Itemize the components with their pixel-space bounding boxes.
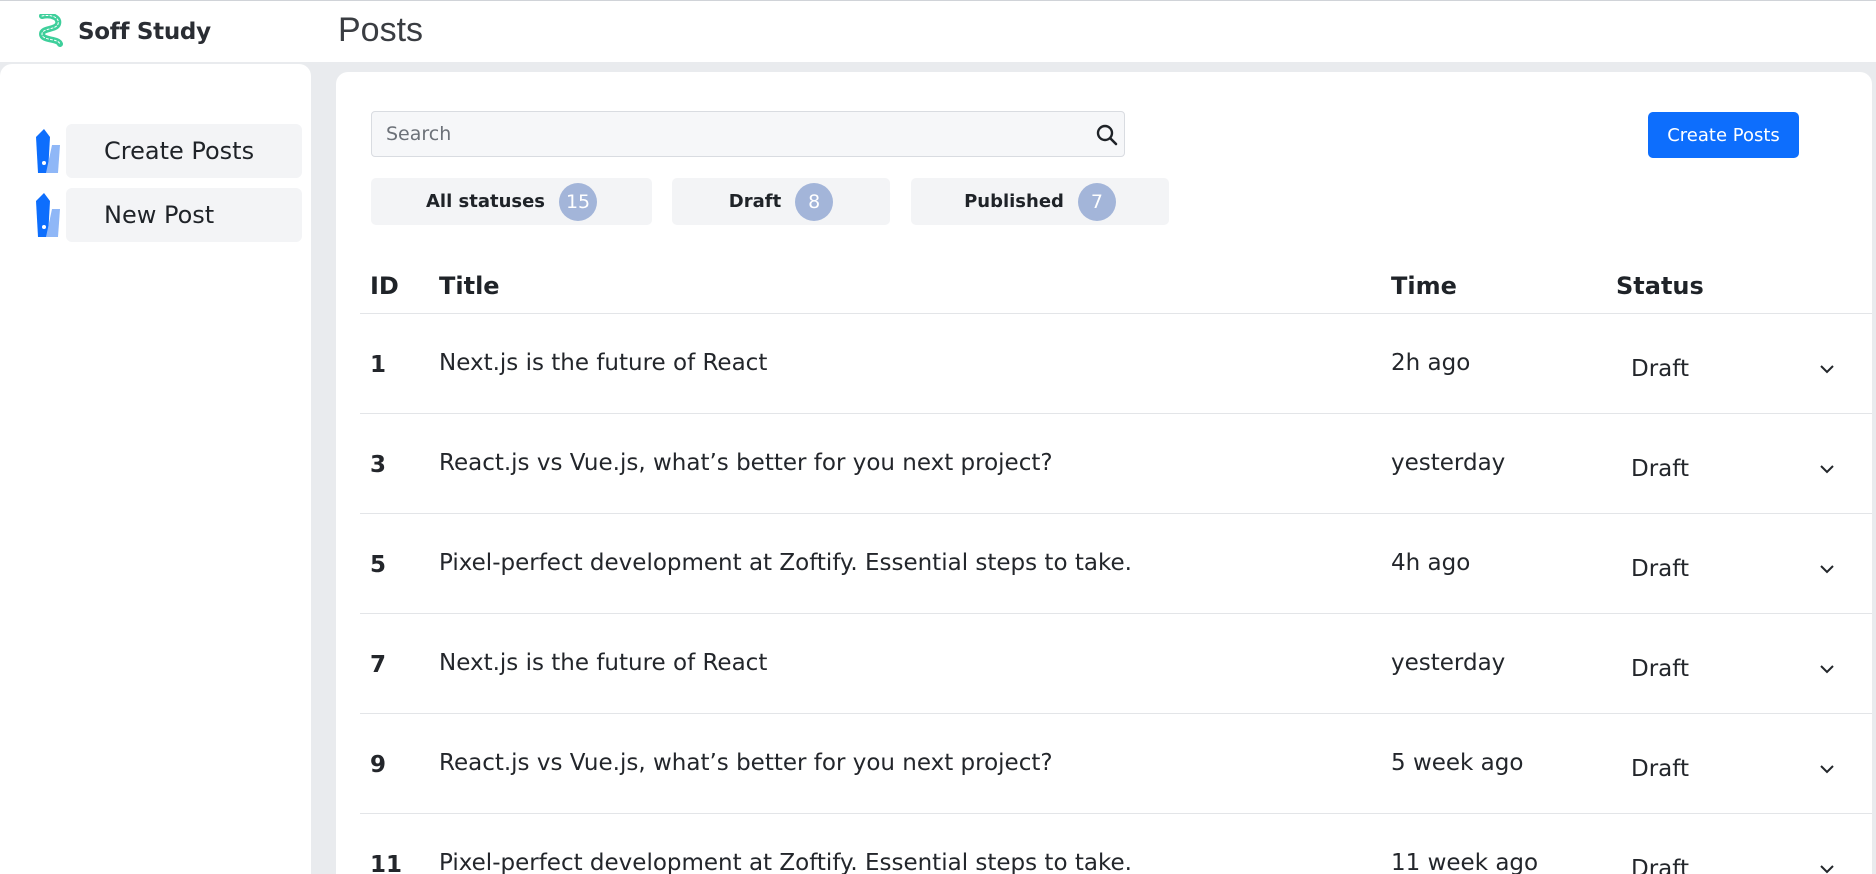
filter-count-badge: 15	[559, 182, 598, 221]
status-select[interactable]: Draft	[1631, 356, 1689, 382]
filter-label: Published	[964, 191, 1064, 212]
filter-draft[interactable]: Draft 8	[672, 178, 890, 225]
sidebar: Create Posts New Post	[0, 64, 311, 874]
status-select[interactable]: Draft	[1631, 556, 1689, 582]
brand-name: Soff Study	[78, 19, 211, 45]
chevron-down-icon[interactable]	[1819, 864, 1835, 874]
table-row[interactable]: 5 Pixel-perfect development at Zoftify. …	[360, 514, 1872, 614]
column-header-title[interactable]: Title	[439, 272, 500, 300]
row-time: 4h ago	[1391, 550, 1471, 576]
row-title[interactable]: Next.js is the future of React	[439, 350, 767, 376]
table-row[interactable]: 9 React.js vs Vue.js, what’s better for …	[360, 714, 1872, 814]
filter-all-statuses[interactable]: All statuses 15	[371, 178, 652, 225]
sidebar-item-label: New Post	[104, 201, 215, 229]
row-title[interactable]: React.js vs Vue.js, what’s better for yo…	[439, 750, 1053, 776]
row-title[interactable]: Pixel-perfect development at Zoftify. Es…	[439, 550, 1132, 576]
status-select[interactable]: Draft	[1631, 656, 1689, 682]
row-title[interactable]: React.js vs Vue.js, what’s better for yo…	[439, 450, 1053, 476]
row-time: 2h ago	[1391, 350, 1471, 376]
table-row[interactable]: 7 Next.js is the future of React yesterd…	[360, 614, 1872, 714]
page-title: Posts	[338, 11, 424, 49]
pen-icon	[36, 193, 60, 237]
row-id: 1	[370, 352, 387, 378]
status-select[interactable]: Draft	[1631, 856, 1689, 874]
table-row[interactable]: 1 Next.js is the future of React 2h ago …	[360, 314, 1872, 414]
table-row[interactable]: 3 React.js vs Vue.js, what’s better for …	[360, 414, 1872, 514]
filter-count-badge: 7	[1077, 182, 1116, 221]
search-input[interactable]	[386, 112, 1046, 156]
column-header-id[interactable]: ID	[370, 272, 399, 300]
row-id: 3	[370, 452, 387, 478]
sidebar-item-label: Create Posts	[104, 137, 255, 165]
row-title[interactable]: Next.js is the future of React	[439, 650, 767, 676]
row-id: 5	[370, 552, 387, 578]
table-row[interactable]: 11 Pixel-perfect development at Zoftify.…	[360, 814, 1872, 874]
row-time: yesterday	[1391, 450, 1506, 476]
main-panel: Create Posts All statuses 15 Draft 8 Pub…	[336, 72, 1872, 874]
brand[interactable]: Soff Study	[36, 14, 211, 50]
row-time: yesterday	[1391, 650, 1506, 676]
chevron-down-icon[interactable]	[1819, 664, 1835, 674]
search-icon[interactable]	[1096, 124, 1118, 146]
row-title[interactable]: Pixel-perfect development at Zoftify. Es…	[439, 850, 1132, 874]
row-id: 11	[370, 852, 403, 874]
top-header: Soff Study Posts	[0, 0, 1876, 62]
sidebar-item-new-post[interactable]: New Post	[34, 188, 302, 242]
row-time: 5 week ago	[1391, 750, 1524, 776]
column-header-status[interactable]: Status	[1616, 272, 1704, 300]
row-id: 9	[370, 752, 387, 778]
filter-published[interactable]: Published 7	[911, 178, 1169, 225]
filter-label: All statuses	[425, 191, 546, 212]
create-posts-button[interactable]: Create Posts	[1648, 112, 1799, 158]
row-id: 7	[370, 652, 387, 678]
search-box	[371, 111, 1125, 157]
chevron-down-icon[interactable]	[1819, 364, 1835, 374]
brand-logo-icon	[38, 14, 63, 47]
filter-label: Draft	[728, 191, 782, 212]
pen-icon	[36, 129, 60, 173]
column-header-time[interactable]: Time	[1391, 272, 1457, 300]
sidebar-item-create-posts[interactable]: Create Posts	[34, 124, 302, 178]
chevron-down-icon[interactable]	[1819, 464, 1835, 474]
chevron-down-icon[interactable]	[1819, 764, 1835, 774]
chevron-down-icon[interactable]	[1819, 564, 1835, 574]
filter-count-badge: 8	[795, 182, 834, 221]
table-header: ID Title Time Status	[360, 258, 1872, 314]
status-select[interactable]: Draft	[1631, 456, 1689, 482]
row-time: 11 week ago	[1391, 850, 1539, 874]
status-select[interactable]: Draft	[1631, 756, 1689, 782]
